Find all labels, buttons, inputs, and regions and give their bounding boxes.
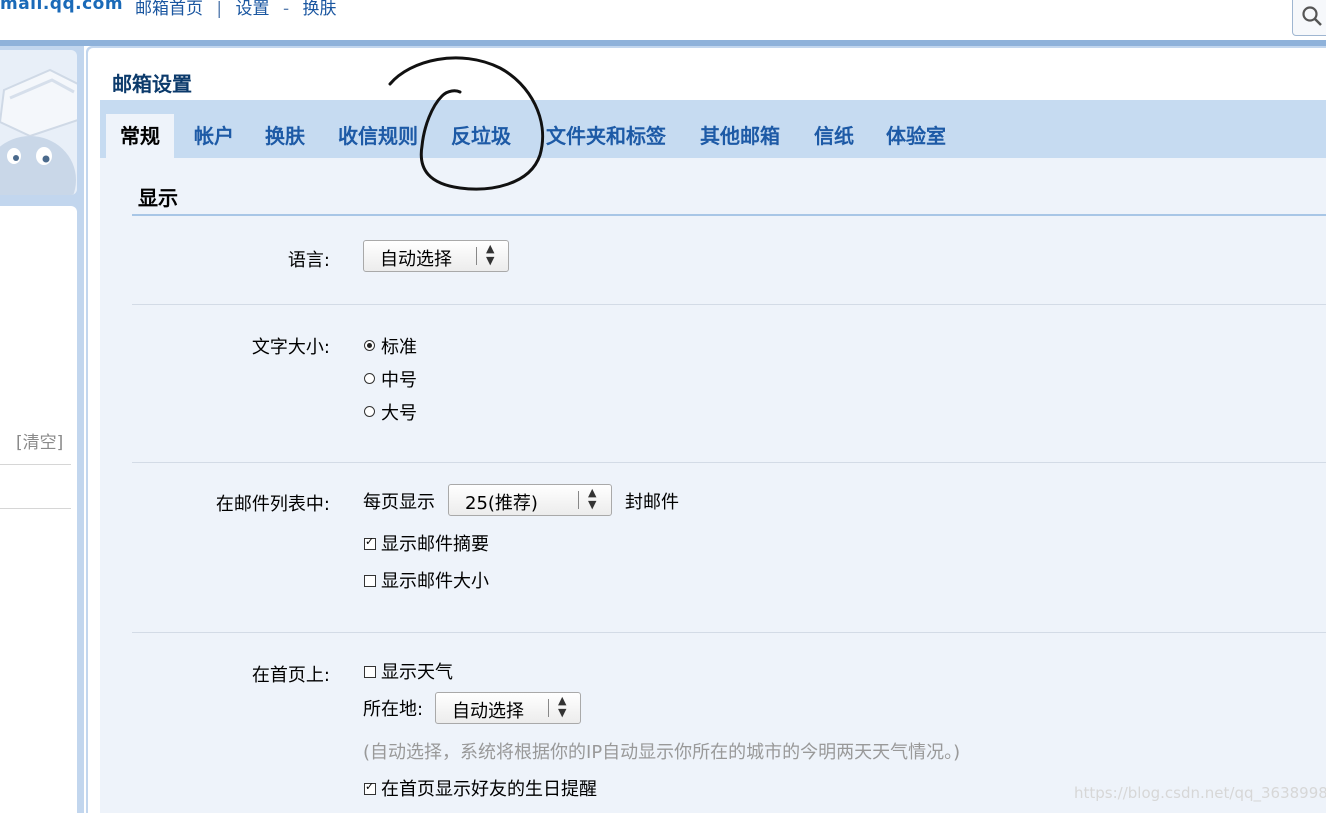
row-divider <box>132 632 1326 633</box>
birthday-checkbox[interactable]: ✓ <box>364 780 376 795</box>
weather-hint: (自动选择，系统将根据你的IP自动显示你所在的城市的今明两天天气情况。) <box>363 742 961 763</box>
per-page-prefix: 每页显示 <box>363 492 435 513</box>
divider <box>0 464 71 465</box>
select-arrows-icon: ▲ ▼ <box>486 242 495 267</box>
radio-label: 中号 <box>381 370 417 391</box>
location-label: 所在地: <box>363 699 424 720</box>
row-divider <box>132 462 1326 463</box>
location-select[interactable]: 自动选择 ▲ ▼ <box>435 692 581 724</box>
tab-lab[interactable]: 体验室 <box>886 114 946 158</box>
birthday-label: 在首页显示好友的生日提醒 <box>381 779 597 800</box>
per-page-suffix: 封邮件 <box>625 492 679 513</box>
search-icon <box>1302 6 1322 26</box>
language-label: 语言: <box>287 250 330 271</box>
check-mark-icon: ✓ <box>365 780 375 793</box>
left-sidebar: [清空] <box>0 46 84 816</box>
top-bar: mail.qq.com 邮箱首页 | 设置 - 换肤 <box>0 0 1326 40</box>
radio-medium[interactable] <box>364 373 375 384</box>
select-value: 25(推荐) <box>465 493 538 514</box>
show-weather-checkbox[interactable] <box>364 666 376 678</box>
check-mark-icon: ✓ <box>365 535 375 548</box>
separator: | <box>216 0 223 19</box>
tab-other-mailboxes[interactable]: 其他邮箱 <box>700 114 780 158</box>
font-size-label: 文字大小: <box>251 337 330 358</box>
search-button[interactable] <box>1292 0 1326 36</box>
mail-list-label: 在邮件列表中: <box>215 494 330 515</box>
row-divider <box>132 304 1326 305</box>
divider <box>0 508 71 509</box>
settings-panel: 邮箱设置 常规 帐户 换肤 收信规则 反垃圾 文件夹和标签 其他邮箱 信纸 体验… <box>88 48 1326 813</box>
show-size-label: 显示邮件大小 <box>381 571 489 592</box>
select-value: 自动选择 <box>452 701 524 722</box>
homepage-label: 在首页上: <box>251 665 330 686</box>
main-frame: 邮箱设置 常规 帐户 换肤 收信规则 反垃圾 文件夹和标签 其他邮箱 信纸 体验… <box>86 46 1326 813</box>
hand-drawn-circle-annotation <box>388 56 545 191</box>
tab-stationery[interactable]: 信纸 <box>814 114 854 158</box>
show-summary-label: 显示邮件摘要 <box>381 534 489 555</box>
select-value: 自动选择 <box>380 249 452 270</box>
tab-general[interactable]: 常规 <box>106 114 174 158</box>
tab-account[interactable]: 帐户 <box>194 114 234 158</box>
folder-panel: [清空] <box>0 206 77 816</box>
radio-large[interactable] <box>364 406 375 417</box>
logo[interactable]: mail.qq.com <box>0 0 123 14</box>
select-divider <box>578 491 579 509</box>
language-select[interactable]: 自动选择 ▲ ▼ <box>363 240 509 272</box>
radio-label: 大号 <box>381 403 417 424</box>
link-mailbox-home[interactable]: 邮箱首页 <box>135 0 203 19</box>
separator: - <box>282 0 290 19</box>
select-arrows-icon: ▲ ▼ <box>588 486 597 511</box>
tab-folders-labels[interactable]: 文件夹和标签 <box>546 114 666 158</box>
watermark: https://blog.csdn.net/qq_36389986 <box>1074 784 1326 802</box>
qq-penguin-icon <box>0 68 77 195</box>
radio-standard[interactable] <box>364 340 375 351</box>
clear-link[interactable]: [清空] <box>16 428 63 453</box>
section-title: 显示 <box>138 186 178 210</box>
show-summary-checkbox[interactable]: ✓ <box>364 535 376 550</box>
page-title: 邮箱设置 <box>112 72 192 96</box>
show-size-checkbox[interactable] <box>364 575 376 587</box>
qq-mascot-card <box>0 50 77 195</box>
select-divider <box>476 247 477 265</box>
tab-skin[interactable]: 换肤 <box>265 114 305 158</box>
radio-label: 标准 <box>381 337 417 358</box>
settings-tabs: 常规 帐户 换肤 收信规则 反垃圾 文件夹和标签 其他邮箱 信纸 体验室 <box>100 100 1326 158</box>
top-nav-links: 邮箱首页 | 设置 - 换肤 <box>135 0 345 19</box>
show-weather-label: 显示天气 <box>381 662 453 683</box>
select-arrows-icon: ▲ ▼ <box>558 694 567 719</box>
settings-content: 显示 语言: 自动选择 ▲ ▼ 文字大小: 标准 中号 大号 在邮件列表中: 每页… <box>100 158 1326 813</box>
section-divider <box>132 214 1326 216</box>
link-skin[interactable]: 换肤 <box>303 0 337 19</box>
select-divider <box>548 699 549 717</box>
link-settings[interactable]: 设置 <box>236 0 270 19</box>
per-page-select[interactable]: 25(推荐) ▲ ▼ <box>448 484 612 516</box>
